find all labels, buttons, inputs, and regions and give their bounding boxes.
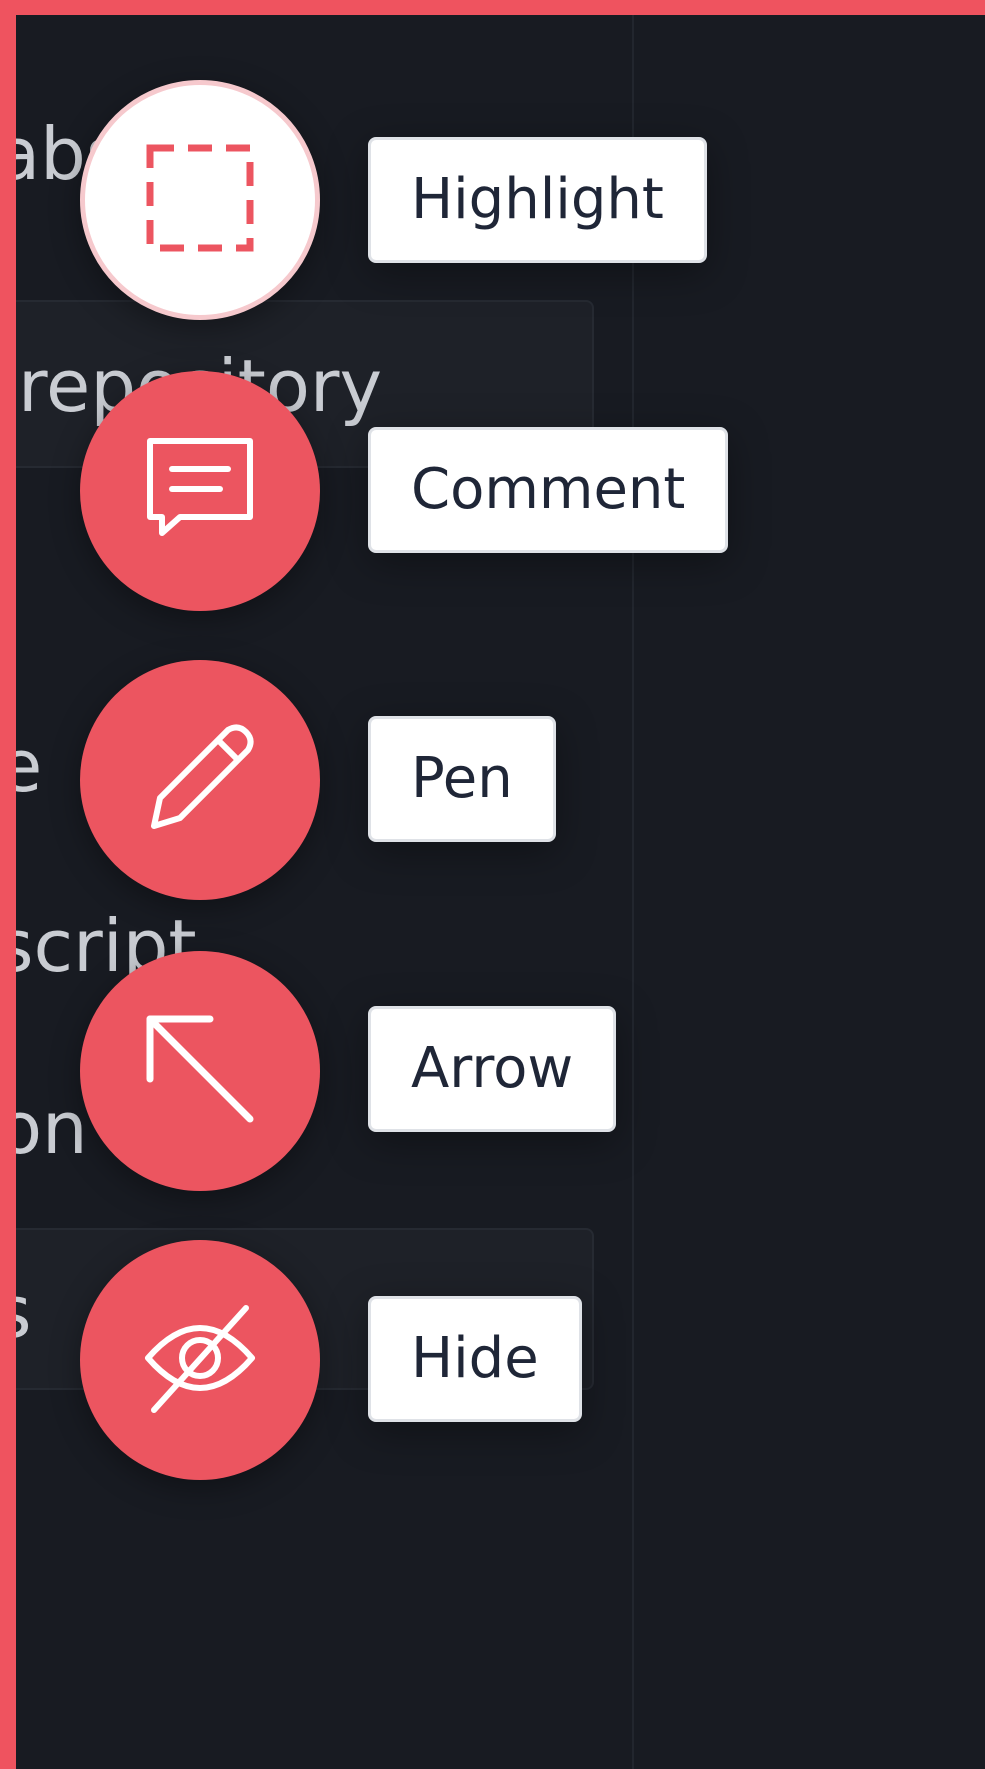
- hide-tool-label[interactable]: Hide: [368, 1296, 582, 1422]
- panel-divider: [632, 15, 634, 1769]
- arrow-icon: [140, 1009, 260, 1133]
- pen-tool-label[interactable]: Pen: [368, 716, 556, 842]
- arrow-tool-button[interactable]: [80, 951, 320, 1191]
- highlight-tool-button[interactable]: [80, 80, 320, 320]
- arrow-tool-label[interactable]: Arrow: [368, 1006, 617, 1132]
- frame-top-border: [0, 0, 985, 15]
- comment-tool-button[interactable]: [80, 371, 320, 611]
- highlight-tool-label[interactable]: Highlight: [368, 137, 707, 263]
- comment-tool-label[interactable]: Comment: [368, 427, 729, 553]
- hide-tool-button[interactable]: [80, 1240, 320, 1480]
- eye-off-icon: [140, 1298, 260, 1422]
- frame-left-border: [0, 0, 16, 1769]
- pen-icon: [140, 718, 260, 842]
- pen-tool-button[interactable]: [80, 660, 320, 900]
- comment-icon: [140, 429, 260, 553]
- highlight-select-icon: [140, 138, 260, 262]
